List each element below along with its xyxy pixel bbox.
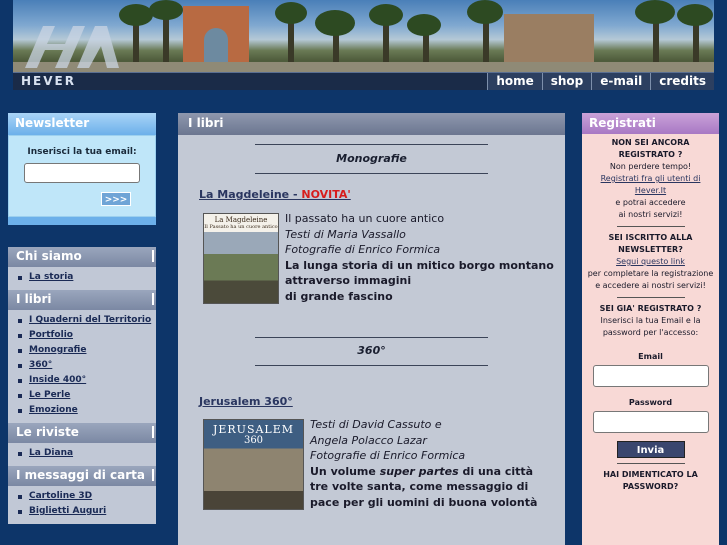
nav-credits-link[interactable]: credits (650, 73, 714, 90)
menu-item-la-storia[interactable]: La storia (16, 270, 156, 285)
book-cover-la-magdeleine[interactable]: La Magdeleine Il Passato ha un cuore ant… (203, 213, 279, 304)
header-panorama-image (13, 0, 714, 72)
login-password-label: Password (628, 398, 673, 407)
login-form: SEI GIA' REGISTRATO ? Inserisci la tua E… (582, 303, 719, 458)
page-title: I libri (178, 113, 565, 135)
novita-badge: NOVITA' (301, 188, 351, 201)
newsletter-footer (8, 217, 156, 225)
menu-item-360[interactable]: 360° (16, 358, 156, 373)
register-panel: Registrati NON SEI ANCORA REGISTRATO ? N… (582, 113, 719, 545)
side-menu: Chi siamo La storia I libri I Quaderni d… (8, 247, 156, 524)
menu-heading-i-libri[interactable]: I libri (8, 290, 156, 310)
top-nav: home shop e-mail credits (487, 73, 714, 91)
menu-heading-le-riviste[interactable]: Le riviste (8, 423, 156, 443)
nav-email-link[interactable]: e-mail (591, 73, 651, 90)
menu-item-la-diana[interactable]: La Diana (16, 446, 156, 461)
triumphal-arch-image (183, 6, 249, 64)
login-email-input[interactable] (592, 365, 709, 387)
login-password-input[interactable] (592, 411, 709, 433)
book-blurb: Un volume super partes di una città tre … (310, 464, 538, 509)
login-email-label: Email (638, 352, 663, 361)
login-submit-button[interactable]: Invia (616, 441, 685, 458)
newsletter-email-input[interactable] (24, 163, 140, 183)
divider (255, 365, 488, 366)
menu-item-inside-400[interactable]: Inside 400° (16, 373, 156, 388)
divider (255, 337, 488, 338)
register-link[interactable]: Registrati fra gli utenti di (582, 173, 719, 185)
newsletter-panel: Newsletter Inserisci la tua email: >>> (8, 113, 156, 225)
section-heading-360: 360° (357, 344, 386, 357)
book-description-la-magdeleine: Il passato ha un cuore antico Testi di M… (285, 212, 554, 303)
menu-item-monografie[interactable]: Monografie (16, 343, 156, 358)
newsletter-subscriber-info: SEI ISCRITTO ALLA NEWSLETTER? Segui ques… (582, 232, 719, 292)
divider (616, 463, 685, 464)
divider (255, 173, 488, 174)
divider (255, 144, 488, 145)
menu-item-le-perle[interactable]: Le Perle (16, 388, 156, 403)
menu-item-biglietti-auguri[interactable]: Biglietti Auguri (16, 504, 156, 519)
section-heading-monografie: Monografie (336, 152, 407, 165)
newsletter-submit-button[interactable]: >>> (101, 192, 131, 206)
top-navbar: HEVER home shop e-mail credits (13, 72, 714, 90)
site-header: HEVER home shop e-mail credits (13, 0, 714, 90)
menu-item-portfolio[interactable]: Portfolio (16, 328, 156, 343)
building-image (504, 14, 594, 64)
menu-item-emozione[interactable]: Emozione (16, 403, 156, 418)
menu-heading-chi-siamo[interactable]: Chi siamo (8, 247, 156, 267)
book-cover-jerusalem-360[interactable]: JERUSALEM 360 (203, 419, 304, 510)
newsletter-form: Inserisci la tua email: >>> (8, 135, 156, 217)
newsletter-title: Newsletter (8, 113, 156, 135)
follow-link[interactable]: Segui questo link (582, 256, 719, 268)
book-description-jerusalem-360: Testi di David Cassuto e Angela Polacco … (310, 417, 548, 510)
book-title-la-magdeleine[interactable]: La Magdeleine - NOVITA' (199, 188, 351, 201)
divider (616, 226, 685, 227)
menu-item-cartoline-3d[interactable]: Cartoline 3D (16, 489, 156, 504)
newsletter-email-label: Inserisci la tua email: (27, 147, 137, 157)
forgot-password-prompt: HAI DIMENTICATO LA PASSWORD? (603, 470, 698, 491)
register-title: Registrati (582, 113, 719, 134)
brand-name: HEVER (21, 74, 76, 88)
nav-home-link[interactable]: home (487, 73, 542, 90)
menu-heading-messaggi-di-carta[interactable]: I messaggi di carta (8, 466, 156, 486)
hever-link[interactable]: Hever.It (582, 185, 719, 197)
menu-item-quaderni[interactable]: I Quaderni del Territorio (16, 313, 156, 328)
book-title-jerusalem-360[interactable]: Jerusalem 360° (199, 395, 293, 408)
main-content: I libri Monografie La Magdeleine - NOVIT… (178, 113, 565, 545)
hever-logo-icon (25, 26, 119, 68)
nav-shop-link[interactable]: shop (541, 73, 592, 90)
divider (616, 297, 685, 298)
register-intro: NON SEI ANCORA REGISTRATO ? Non perdere … (582, 137, 719, 221)
